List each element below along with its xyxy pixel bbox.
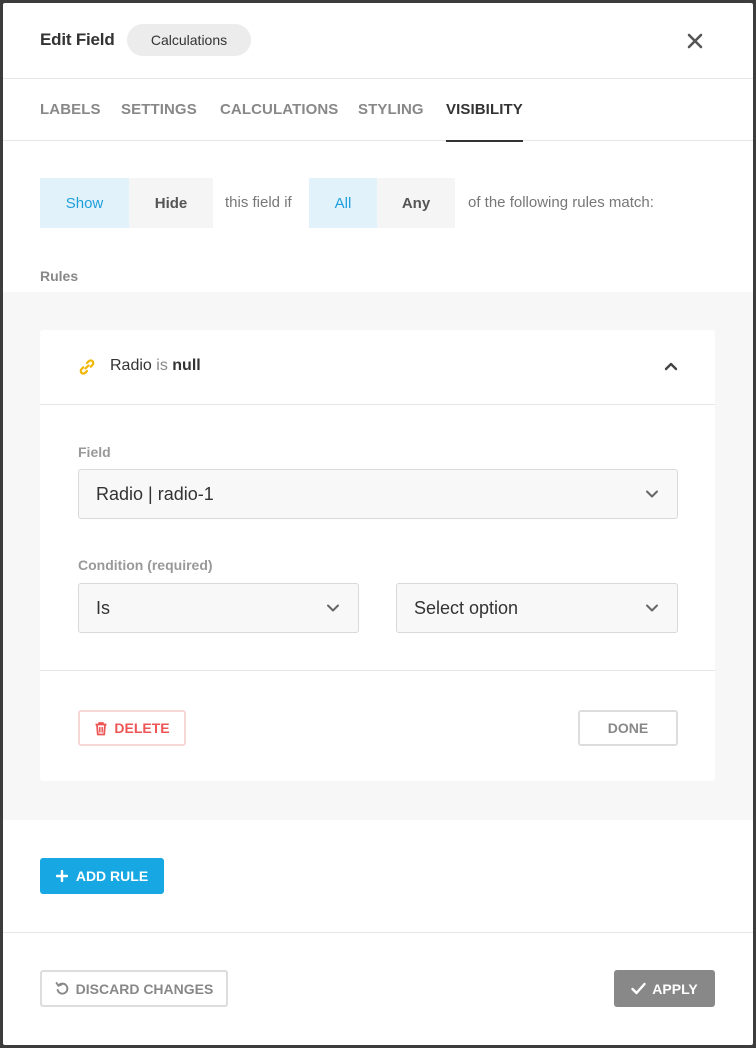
edit-field-modal: Edit Field Calculations LABELS SETTINGS …: [3, 3, 753, 1045]
rules-heading: Rules: [40, 268, 79, 284]
chevron-up-icon[interactable]: [663, 358, 679, 374]
rule-summary-operator: is: [156, 357, 168, 374]
link-icon: [78, 358, 96, 376]
add-rule-button[interactable]: ADD RULE: [40, 858, 164, 894]
hide-toggle[interactable]: Hide: [129, 178, 213, 228]
trash-icon: [94, 721, 108, 736]
divider: [40, 670, 715, 671]
rule-card: Radio is null Field Radio | radio-1 Cond…: [40, 330, 715, 781]
close-icon[interactable]: [684, 30, 706, 52]
condition-text-middle: this field if: [225, 194, 292, 211]
condition-label: Condition (required): [78, 557, 213, 573]
apply-label: APPLY: [652, 980, 698, 997]
field-type-tag: Calculations: [127, 24, 251, 56]
delete-rule-button[interactable]: DELETE: [78, 710, 186, 746]
chevron-down-icon: [645, 487, 659, 501]
field-label: Field: [78, 444, 111, 460]
chevron-down-icon: [326, 601, 340, 615]
apply-button[interactable]: APPLY: [614, 970, 715, 1007]
tab-labels[interactable]: LABELS: [40, 79, 101, 141]
condition-text-end: of the following rules match:: [468, 194, 654, 211]
delete-label: DELETE: [114, 720, 170, 736]
modal-header: Edit Field Calculations: [3, 3, 753, 79]
discard-label: DISCARD CHANGES: [75, 980, 214, 997]
rule-summary-value: null: [172, 357, 201, 374]
tab-settings[interactable]: SETTINGS: [121, 79, 197, 141]
match-any-toggle[interactable]: Any: [377, 178, 455, 228]
undo-icon: [55, 981, 70, 996]
rule-summary: Radio is null: [110, 357, 201, 375]
discard-changes-button[interactable]: DISCARD CHANGES: [40, 970, 228, 1007]
add-rule-label: ADD RULE: [75, 868, 149, 884]
tab-calculations[interactable]: CALCULATIONS: [220, 79, 338, 141]
option-select-placeholder: Select option: [414, 598, 519, 618]
plus-icon: [55, 870, 68, 882]
tab-bar: LABELS SETTINGS CALCULATIONS STYLING VIS…: [3, 79, 753, 142]
footer-divider: [3, 932, 753, 933]
rule-summary-field: Radio: [110, 357, 152, 374]
done-button[interactable]: DONE: [578, 710, 678, 746]
field-select[interactable]: Radio | radio-1: [78, 469, 678, 519]
modal-title: Edit Field: [40, 30, 115, 49]
field-select-value: Radio | radio-1: [96, 484, 214, 504]
rule-header[interactable]: Radio is null: [40, 330, 715, 405]
rules-container: Radio is null Field Radio | radio-1 Cond…: [3, 292, 753, 820]
tab-visibility[interactable]: VISIBILITY: [446, 79, 523, 142]
show-toggle[interactable]: Show: [40, 178, 129, 228]
chevron-down-icon: [645, 601, 659, 615]
option-select[interactable]: Select option: [396, 583, 678, 633]
condition-select-value: Is: [96, 598, 111, 618]
tab-styling[interactable]: STYLING: [358, 79, 424, 141]
condition-select[interactable]: Is: [78, 583, 359, 633]
check-icon: [631, 982, 646, 995]
match-all-toggle[interactable]: All: [309, 178, 377, 228]
